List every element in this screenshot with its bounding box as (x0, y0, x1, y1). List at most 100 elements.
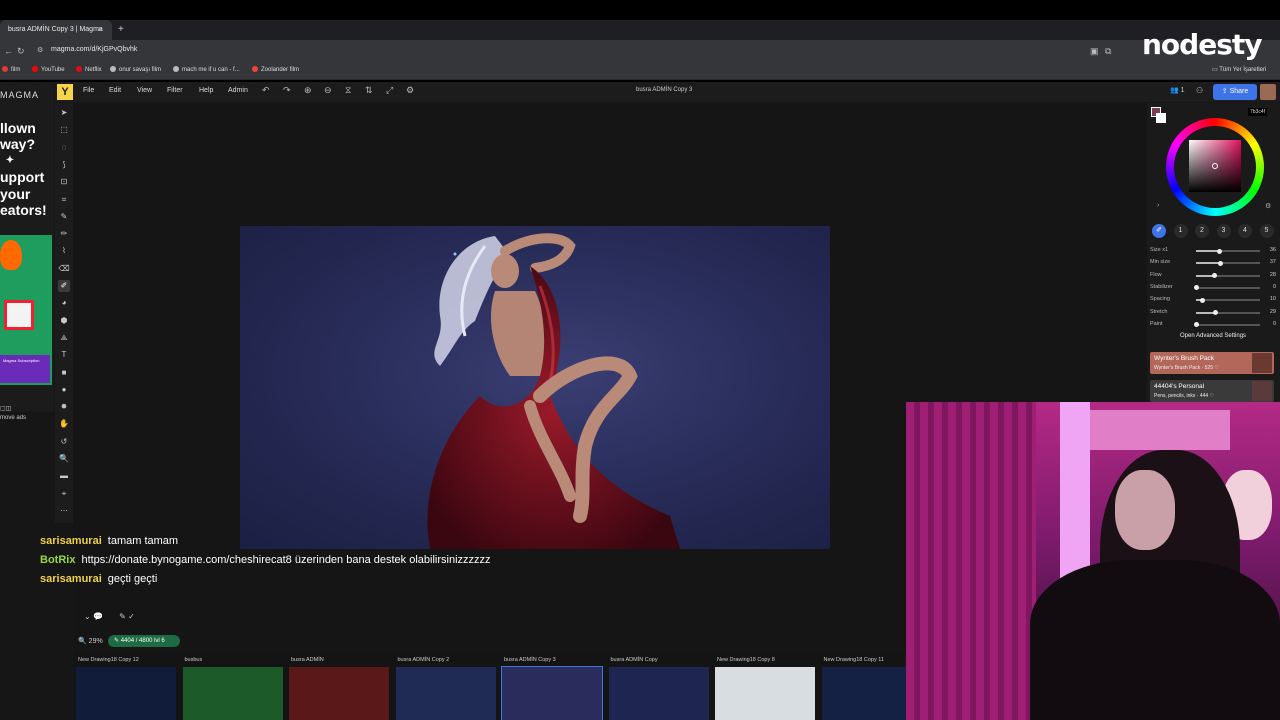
lasso-icon[interactable]: ⟆ (58, 159, 70, 171)
bookmark-item[interactable]: film (2, 66, 20, 73)
drawing-title[interactable]: busra ADMİN Copy (611, 657, 658, 663)
blur-icon[interactable]: ◕ (58, 297, 70, 309)
brush-pack-card[interactable]: Wynter's Brush Pack Wynter's Brush Pack … (1150, 352, 1274, 374)
brush-icon[interactable]: ✎ (119, 612, 126, 621)
check-icon[interactable]: ✓ (128, 612, 135, 621)
fullscreen-icon[interactable]: ⤢ (386, 85, 393, 96)
star-icon[interactable]: ✸ (58, 401, 70, 413)
new-tab-button[interactable]: + (118, 24, 124, 35)
magma-logo-icon[interactable]: Y (57, 84, 73, 100)
undo-icon[interactable]: ↶ (262, 85, 270, 96)
bookmark-item[interactable]: YouTube (32, 66, 65, 73)
fill-icon[interactable]: ⬢ (58, 315, 70, 327)
pencil-icon[interactable]: ✏ (58, 228, 70, 240)
color-settings-icon[interactable]: ⚙ (1265, 202, 1271, 210)
ellipse-select-icon[interactable]: ◌ (58, 142, 70, 154)
fit-icon[interactable]: ⧖ (345, 85, 351, 96)
browser-tab-active[interactable]: busra ADMİN Copy 3 | Magma × (0, 20, 112, 40)
slider-knob[interactable] (1217, 260, 1223, 266)
drawing-thumbnail[interactable] (608, 667, 709, 720)
drawing-title[interactable]: New Drawing18 Copy 12 (78, 657, 139, 663)
circle-icon[interactable]: ● (58, 384, 70, 396)
brush-icon[interactable]: ⌇ (58, 245, 70, 257)
drawing-title[interactable]: busra ADMİN Copy 2 (398, 657, 450, 663)
menu-file[interactable]: File (83, 87, 94, 94)
transform-icon[interactable]: ⊡ (58, 176, 70, 188)
rect-select-icon[interactable]: ⬚ (58, 124, 70, 136)
drawing-title[interactable]: busra ADMİN Copy 3 (504, 657, 556, 663)
artwork-canvas[interactable] (240, 226, 830, 549)
open-advanced-settings-button[interactable]: Open Advanced Settings (1180, 333, 1246, 339)
translate-icon[interactable]: ⧉ (1105, 46, 1111, 57)
avatar[interactable] (1260, 84, 1276, 100)
text-icon[interactable]: T (58, 349, 70, 361)
brush-preset-button[interactable]: 4 (1238, 224, 1252, 238)
add-user-icon[interactable]: ⚇ (1196, 86, 1203, 95)
expand-arrow-icon[interactable]: › (1157, 202, 1159, 209)
drawing-title[interactable]: busbus (185, 657, 203, 663)
more-icon[interactable]: ⋯ (58, 505, 70, 517)
back-icon[interactable]: ← (4, 46, 13, 56)
drawing-title[interactable]: New Drawing18 Copy 8 (717, 657, 775, 663)
reload-icon[interactable]: ↻ (17, 46, 25, 57)
gradient-icon[interactable]: ⟁ (58, 332, 70, 344)
flip-icon[interactable]: ⇅ (365, 85, 373, 96)
bookmark-item[interactable]: mach me if u can - f... (173, 66, 240, 73)
drawing-title[interactable]: busra ADMİN (291, 657, 324, 663)
crop-icon[interactable]: ⌗ (58, 194, 70, 206)
drawing-thumbnail[interactable] (501, 666, 603, 720)
all-bookmarks-link[interactable]: ▭ Tüm Yer İşaretleri (1212, 66, 1266, 73)
rotate-icon[interactable]: ↺ (58, 436, 70, 448)
brush-setting-slider[interactable] (1194, 285, 1260, 291)
ad-promo-card[interactable]: Magma Subscription (0, 355, 50, 383)
remove-ads-link[interactable]: ▢◫ move ads (0, 405, 26, 423)
zoom-out-icon[interactable]: ⊖ (324, 85, 332, 96)
rectangle-icon[interactable]: ■ (58, 367, 70, 379)
drawing-thumbnail[interactable] (395, 667, 496, 720)
document-title[interactable]: busra ADMİN Copy 3 (636, 87, 692, 93)
smudge-icon[interactable]: ✐ (58, 280, 70, 292)
url-field[interactable]: magma.com/d/KjGPvQbvhk (51, 46, 137, 53)
brush-preset-button[interactable]: 2 (1195, 224, 1209, 238)
menu-view[interactable]: View (137, 87, 152, 94)
drawing-thumbnail[interactable] (289, 667, 389, 720)
drawing-thumbnail[interactable] (76, 667, 176, 720)
canvas-controls[interactable]: ⌄ 💬 ✎ ✓ (84, 612, 135, 621)
brush-setting-slider[interactable] (1196, 297, 1260, 303)
slider-knob[interactable] (1211, 273, 1217, 279)
brush-setting-slider[interactable] (1194, 322, 1260, 328)
brush-preset-button[interactable]: 5 (1259, 224, 1274, 238)
brush-setting-slider[interactable] (1196, 260, 1260, 266)
menu-help[interactable]: Help (199, 87, 213, 94)
brush-setting-slider[interactable] (1196, 248, 1260, 254)
menu-filter[interactable]: Filter (167, 87, 183, 94)
eraser-icon[interactable]: ⌫ (58, 263, 70, 275)
menu-edit[interactable]: Edit (109, 87, 121, 94)
tab-close-icon[interactable]: × (98, 20, 103, 40)
layers-icon[interactable]: ⌖ (58, 488, 70, 500)
chat-bubble-icon[interactable]: 💬 (93, 612, 103, 621)
move-icon[interactable]: ➤ (58, 107, 70, 119)
collaborators-count[interactable]: 👥 1 (1170, 86, 1185, 94)
ad-headline[interactable]: llown way? ✦ upport your eators! (0, 120, 47, 218)
drawing-title[interactable]: New Drawing18 Copy 11 (824, 657, 884, 663)
drawing-thumbnail[interactable] (182, 667, 283, 720)
share-button[interactable]: ⇪ Share (1213, 84, 1257, 100)
zoom-in-icon[interactable]: ⊕ (304, 85, 312, 96)
comment-icon[interactable]: ▬ (58, 470, 70, 482)
color-cursor[interactable] (1212, 163, 1218, 169)
extension-icon[interactable]: ▣ (1090, 46, 1099, 57)
drawing-thumbnail[interactable] (715, 667, 815, 720)
brush-preset-button[interactable]: 3 (1216, 224, 1231, 238)
brush-preset-button[interactable]: 1 (1173, 224, 1188, 238)
hand-icon[interactable]: ✋ (58, 418, 70, 430)
slider-knob[interactable] (1217, 248, 1223, 254)
menu-admin[interactable]: Admin (228, 87, 248, 94)
secondary-color-swatch[interactable] (1156, 113, 1166, 123)
settings-icon[interactable]: ⚙ (406, 85, 414, 96)
brush-setting-slider[interactable] (1196, 273, 1260, 279)
bookmark-item[interactable]: Netflix (76, 66, 102, 73)
site-info-icon[interactable]: ⚙ (37, 46, 43, 54)
redo-icon[interactable]: ↷ (283, 85, 291, 96)
brush-pack-card[interactable]: 44404's Personal Pens, pencils, inks · 4… (1150, 380, 1274, 402)
